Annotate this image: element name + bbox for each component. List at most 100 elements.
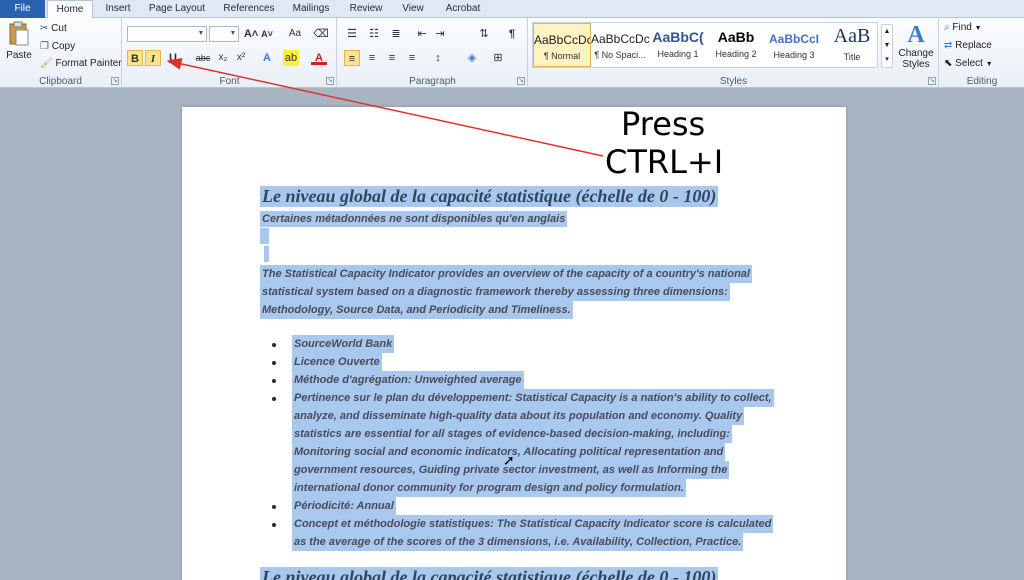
line-spacing-icon[interactable]: ↕ — [430, 50, 446, 66]
font-name-combo[interactable]: ▼ — [127, 26, 207, 42]
bullet-icon — [272, 379, 276, 383]
cut-button[interactable]: ✂ Cut — [40, 23, 67, 34]
multilevel-list-icon[interactable]: ≣ — [388, 26, 404, 42]
style-preview: AaBbCcDc — [591, 32, 649, 46]
bullet-periodicity: Périodicité: Annual — [292, 497, 396, 515]
style-name: Heading 1 — [657, 49, 699, 59]
intro-line: statistical system based on a diagnostic… — [260, 283, 730, 301]
shrink-font-button[interactable]: A˅ — [259, 26, 275, 42]
styles-launcher-icon[interactable]: ↘ — [928, 77, 936, 85]
tab-insert[interactable]: Insert — [98, 0, 138, 18]
paste-button[interactable]: Paste — [6, 21, 32, 67]
editing-group: ⌕ Find ▼ ⇄ Replace ⬉ Select ▼ Editing — [940, 18, 1024, 88]
bullet-concept-line: as the average of the scores of the 3 di… — [292, 533, 744, 551]
chevron-down-icon: ▼ — [985, 61, 993, 68]
ribbon: Paste ✂ Cut ❐ Copy 🖌 Format Painter Clip… — [0, 18, 1024, 88]
font-size-combo[interactable]: ▼ — [209, 26, 239, 42]
copy-button[interactable]: ❐ Copy — [40, 41, 75, 52]
copy-icon: ❐ — [40, 41, 49, 52]
italic-button[interactable]: I — [145, 50, 161, 66]
select-button[interactable]: ⬉ Select ▼ — [944, 58, 993, 69]
change-styles-icon: A — [907, 22, 925, 48]
style-title[interactable]: AaB Title — [823, 23, 881, 67]
clear-formatting-icon[interactable]: ⌫ — [313, 26, 329, 42]
tab-view[interactable]: View — [396, 0, 430, 18]
tab-page-layout[interactable]: Page Layout — [144, 0, 210, 18]
tab-review[interactable]: Review — [344, 0, 388, 18]
text-effects-icon[interactable]: A — [259, 50, 275, 66]
style-name: Heading 2 — [715, 49, 757, 59]
numbering-icon[interactable]: ☷ — [366, 26, 382, 42]
find-label: Find — [952, 22, 972, 33]
bullet-relevance-line: international donor community for progra… — [292, 479, 686, 497]
replace-button[interactable]: ⇄ Replace — [944, 40, 992, 51]
style-name: ¶ No Spaci... — [594, 50, 646, 60]
document-title: Le niveau global de la capacité statisti… — [260, 186, 719, 207]
format-painter-label: Format Painter — [55, 58, 122, 69]
justify-icon[interactable]: ≡ — [404, 50, 420, 66]
overlay-press-text: Press — [621, 105, 706, 143]
style-heading-3[interactable]: AaBbCcI Heading 3 — [765, 23, 823, 67]
bullet-source: SourceWorld Bank — [292, 335, 395, 353]
tab-references[interactable]: References — [218, 0, 280, 18]
style-no-spacing[interactable]: AaBbCcDc ¶ No Spaci... — [591, 23, 649, 67]
bullet-icon — [272, 343, 276, 347]
font-color-icon[interactable]: A — [311, 50, 327, 65]
cursor-icon: ⬉ — [944, 58, 953, 69]
subscript-button[interactable]: x₂ — [215, 50, 231, 66]
sort-icon[interactable]: ⇅ — [476, 26, 492, 42]
clipboard-launcher-icon[interactable]: ↘ — [111, 77, 119, 85]
styles-gallery: AaBbCcDc ¶ Normal AaBbCcDc ¶ No Spaci...… — [532, 22, 878, 68]
bullet-licence: Licence Ouverte — [292, 353, 382, 371]
style-name: Title — [843, 52, 861, 62]
show-formatting-button[interactable]: ¶ — [504, 26, 520, 42]
underline-button[interactable]: U — [165, 50, 181, 66]
change-styles-label: Change Styles — [898, 48, 934, 70]
style-name: ¶ Normal — [543, 51, 581, 61]
align-center-icon[interactable]: ≡ — [364, 50, 380, 66]
select-label: Select — [955, 58, 983, 69]
style-heading-1[interactable]: AaBbC( Heading 1 — [649, 23, 707, 67]
cut-label: Cut — [51, 23, 67, 34]
bold-button[interactable]: B — [127, 50, 143, 66]
bullet-icon — [272, 523, 276, 527]
increase-indent-icon[interactable]: ⇥ — [432, 26, 448, 42]
borders-icon[interactable]: ⊞ — [490, 50, 506, 66]
strikethrough-button[interactable]: abc — [193, 50, 213, 66]
paste-label: Paste — [6, 50, 32, 61]
font-launcher-icon[interactable]: ↘ — [326, 77, 334, 85]
style-normal[interactable]: AaBbCcDc ¶ Normal — [533, 23, 591, 67]
style-preview: AaBbC( — [652, 29, 704, 45]
paragraph-launcher-icon[interactable]: ↘ — [517, 77, 525, 85]
style-heading-2[interactable]: AaBb Heading 2 — [707, 23, 765, 67]
document-title-repeat: Le niveau global de la capacité statisti… — [260, 567, 719, 580]
superscript-button[interactable]: x² — [233, 50, 249, 66]
styles-scroll[interactable]: ▲ ▼ ▾ — [881, 24, 893, 68]
align-left-icon[interactable]: ≡ — [344, 50, 360, 66]
styles-group-label: Styles — [719, 76, 748, 87]
style-preview: AaBbCcDc — [534, 33, 590, 47]
change-case-button[interactable]: Aa — [285, 26, 305, 42]
change-styles-button[interactable]: A Change Styles — [896, 22, 936, 70]
find-button[interactable]: ⌕ Find ▼ — [944, 22, 982, 33]
tab-acrobat[interactable]: Acrobat — [440, 0, 486, 18]
document-page[interactable]: Le niveau global de la capacité statisti… — [182, 107, 846, 580]
align-right-icon[interactable]: ≡ — [384, 50, 400, 66]
tab-file[interactable]: File — [0, 0, 45, 18]
paintbrush-icon: 🖌 — [40, 58, 53, 69]
intro-line: The Statistical Capacity Indicator provi… — [260, 265, 752, 283]
tab-mailings[interactable]: Mailings — [286, 0, 336, 18]
paste-icon — [9, 21, 29, 46]
grow-font-button[interactable]: A˄ — [243, 26, 259, 42]
style-preview: AaB — [833, 25, 871, 47]
format-painter-button[interactable]: 🖌 Format Painter — [40, 58, 122, 69]
tab-home[interactable]: Home — [47, 0, 93, 19]
chevron-down-icon: ▼ — [197, 30, 205, 37]
decrease-indent-icon[interactable]: ⇤ — [414, 26, 430, 42]
shading-icon[interactable]: ◈ — [464, 50, 480, 66]
bullets-icon[interactable]: ☰ — [344, 26, 360, 42]
bullet-concept-line: Concept et méthodologie statistiques: Th… — [292, 515, 774, 533]
ribbon-tabs: File Home Insert Page Layout References … — [0, 0, 1024, 19]
highlight-color-icon[interactable]: ab — [283, 50, 299, 66]
font-group-label: Font — [219, 76, 240, 87]
